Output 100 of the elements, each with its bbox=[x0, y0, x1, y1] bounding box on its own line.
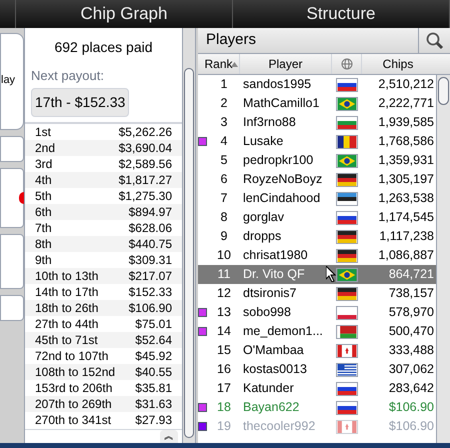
payout-place: 207th to 269th bbox=[35, 396, 112, 412]
payout-amount: $27.93 bbox=[135, 412, 172, 428]
player-name: kostas0013 bbox=[243, 361, 307, 378]
player-name: thecooler992 bbox=[243, 418, 316, 436]
payout-amount: $3,690.04 bbox=[118, 140, 172, 156]
chips-text: 1,263,538 bbox=[377, 190, 435, 208]
rank-text: 13 bbox=[216, 304, 232, 322]
player-row[interactable]: 12 dtsironis7 738,157 bbox=[198, 284, 436, 303]
payout-amount: $35.81 bbox=[135, 380, 172, 396]
player-row[interactable]: 17 Katunder 283,642 bbox=[198, 379, 436, 398]
rank-text: 2 bbox=[220, 95, 228, 112]
player-row[interactable]: 16 kostas0013 307,062 bbox=[198, 360, 436, 379]
payout-amount: $40.55 bbox=[135, 364, 172, 380]
payout-place: 6th bbox=[35, 204, 52, 220]
scrollbar[interactable] bbox=[182, 28, 196, 443]
player-row[interactable]: 18 Bayan622 $106.90 bbox=[198, 398, 436, 417]
rank-text: 3 bbox=[220, 114, 228, 132]
payout-amount: $31.63 bbox=[135, 396, 172, 412]
player-name: gorglav bbox=[243, 209, 284, 226]
payout-place: 7th bbox=[35, 220, 52, 236]
rank-text: 8 bbox=[220, 209, 228, 226]
chips-text: 333,488 bbox=[388, 342, 435, 360]
rank-text: 18 bbox=[216, 399, 232, 416]
rank-text: 7 bbox=[220, 190, 228, 208]
collapse-button[interactable]: ︽ bbox=[160, 430, 178, 443]
player-row[interactable]: 1 sandos1995 2,510,212 bbox=[198, 75, 436, 94]
player-row[interactable]: 9 dropps 1,117,238 bbox=[198, 227, 436, 246]
player-name: Inf3rno88 bbox=[243, 114, 296, 132]
rank-text: 14 bbox=[216, 323, 232, 340]
chips-text: 1,768,586 bbox=[377, 133, 435, 150]
column-header[interactable]: Player bbox=[240, 54, 332, 74]
payout-place: 27th to 44th bbox=[35, 316, 98, 332]
chips-text: 1,086,887 bbox=[377, 247, 435, 264]
chips-text: 1,117,238 bbox=[378, 228, 435, 246]
card-text: lay bbox=[1, 73, 16, 88]
player-row[interactable]: 14 me_demon1... 500,470 bbox=[198, 322, 436, 341]
places-paid-text: 692 places paid bbox=[53, 38, 154, 57]
player-name: me_demon1... bbox=[243, 323, 323, 340]
player-row[interactable]: 15 O'Mambaa 333,488 bbox=[198, 341, 436, 360]
next-payout-label: Next payout: bbox=[31, 67, 105, 85]
chips-text: 1,939,585 bbox=[377, 114, 435, 132]
payout-amount: $2,589.56 bbox=[118, 156, 172, 172]
rank-text: 17 bbox=[216, 380, 232, 398]
payout-amount: $894.97 bbox=[128, 204, 172, 220]
player-name: O'Mambaa bbox=[243, 342, 304, 360]
payout-place: 8th bbox=[35, 236, 52, 252]
rank-text: 19 bbox=[216, 418, 232, 436]
player-row[interactable]: 4 Lusake 1,768,586 bbox=[198, 132, 436, 151]
payout-amount: $106.90 bbox=[128, 300, 172, 316]
globe-icon bbox=[340, 58, 352, 70]
player-name: Katunder bbox=[243, 380, 294, 398]
rank-text: 9 bbox=[220, 228, 228, 246]
payout-amount: $440.75 bbox=[128, 236, 172, 252]
chips-text: 738,157 bbox=[388, 285, 435, 302]
payout-place: 4th bbox=[35, 172, 52, 188]
chips-text: $106.90 bbox=[388, 418, 435, 436]
rank-text: 10 bbox=[216, 247, 232, 264]
rank-text: 1 bbox=[220, 76, 228, 94]
player-row[interactable]: 13 sobo998 578,970 bbox=[198, 303, 436, 322]
payout-amount: $1,275.30 bbox=[118, 188, 172, 204]
player-row[interactable]: 10 chrisat1980 1,086,887 bbox=[198, 246, 436, 265]
rank-text: 11 bbox=[216, 266, 232, 284]
rank-text: 12 bbox=[216, 285, 232, 302]
payout-place: 18th to 26th bbox=[35, 300, 98, 316]
payout-place: 1st bbox=[35, 124, 52, 140]
payout-amount: $75.01 bbox=[135, 316, 172, 332]
chips-text: 500,470 bbox=[388, 323, 435, 340]
chips-text: 1,305,197 bbox=[377, 171, 435, 188]
chips-text: 2,222,771 bbox=[377, 95, 435, 112]
player-name: pedropkr100 bbox=[243, 152, 314, 170]
payout-place: 14th to 17th bbox=[35, 284, 98, 300]
player-row[interactable]: 8 gorglav 1,174,545 bbox=[198, 208, 436, 227]
payout-place: 270th to 341st bbox=[35, 412, 112, 428]
player-name: Lusake bbox=[243, 133, 284, 150]
player-row[interactable]: 2 MathCamillo1 2,222,771 bbox=[198, 94, 436, 113]
column-header[interactable]: Chips bbox=[362, 54, 434, 74]
payout-place: 3rd bbox=[35, 156, 52, 172]
payout-place: 10th to 13th bbox=[35, 268, 98, 284]
chips-text: 2,510,212 bbox=[377, 76, 435, 94]
player-row[interactable]: 11 Dr. Vito QF 864,721 bbox=[198, 265, 436, 284]
payout-amount: $45.92 bbox=[135, 348, 172, 364]
chips-text: 307,062 bbox=[388, 361, 435, 378]
player-row[interactable]: 5 pedropkr100 1,359,931 bbox=[198, 151, 436, 170]
rank-text: 16 bbox=[216, 361, 232, 378]
sort-icon bbox=[231, 62, 238, 66]
payout-amount: $52.64 bbox=[135, 332, 172, 348]
player-row[interactable]: 7 lenCindahood 1,263,538 bbox=[198, 189, 436, 208]
player-row[interactable]: 3 Inf3rno88 1,939,585 bbox=[198, 113, 436, 132]
chips-text: 283,642 bbox=[388, 380, 435, 398]
player-name: RoyzeNoBoyz bbox=[243, 171, 322, 188]
payout-amount: $5,262.26 bbox=[118, 124, 172, 140]
player-name: dtsironis7 bbox=[243, 285, 296, 302]
payout-place: 45th to 71st bbox=[35, 332, 98, 348]
player-row[interactable]: 6 RoyzeNoBoyz 1,305,197 bbox=[198, 170, 436, 189]
rank-text: 5 bbox=[220, 152, 228, 170]
chips-text: 1,359,931 bbox=[377, 152, 435, 170]
payout-place: 5th bbox=[35, 188, 52, 204]
scrollbar[interactable] bbox=[436, 75, 450, 443]
payout-place: 9th bbox=[35, 252, 52, 268]
players-title: Players bbox=[205, 30, 256, 50]
